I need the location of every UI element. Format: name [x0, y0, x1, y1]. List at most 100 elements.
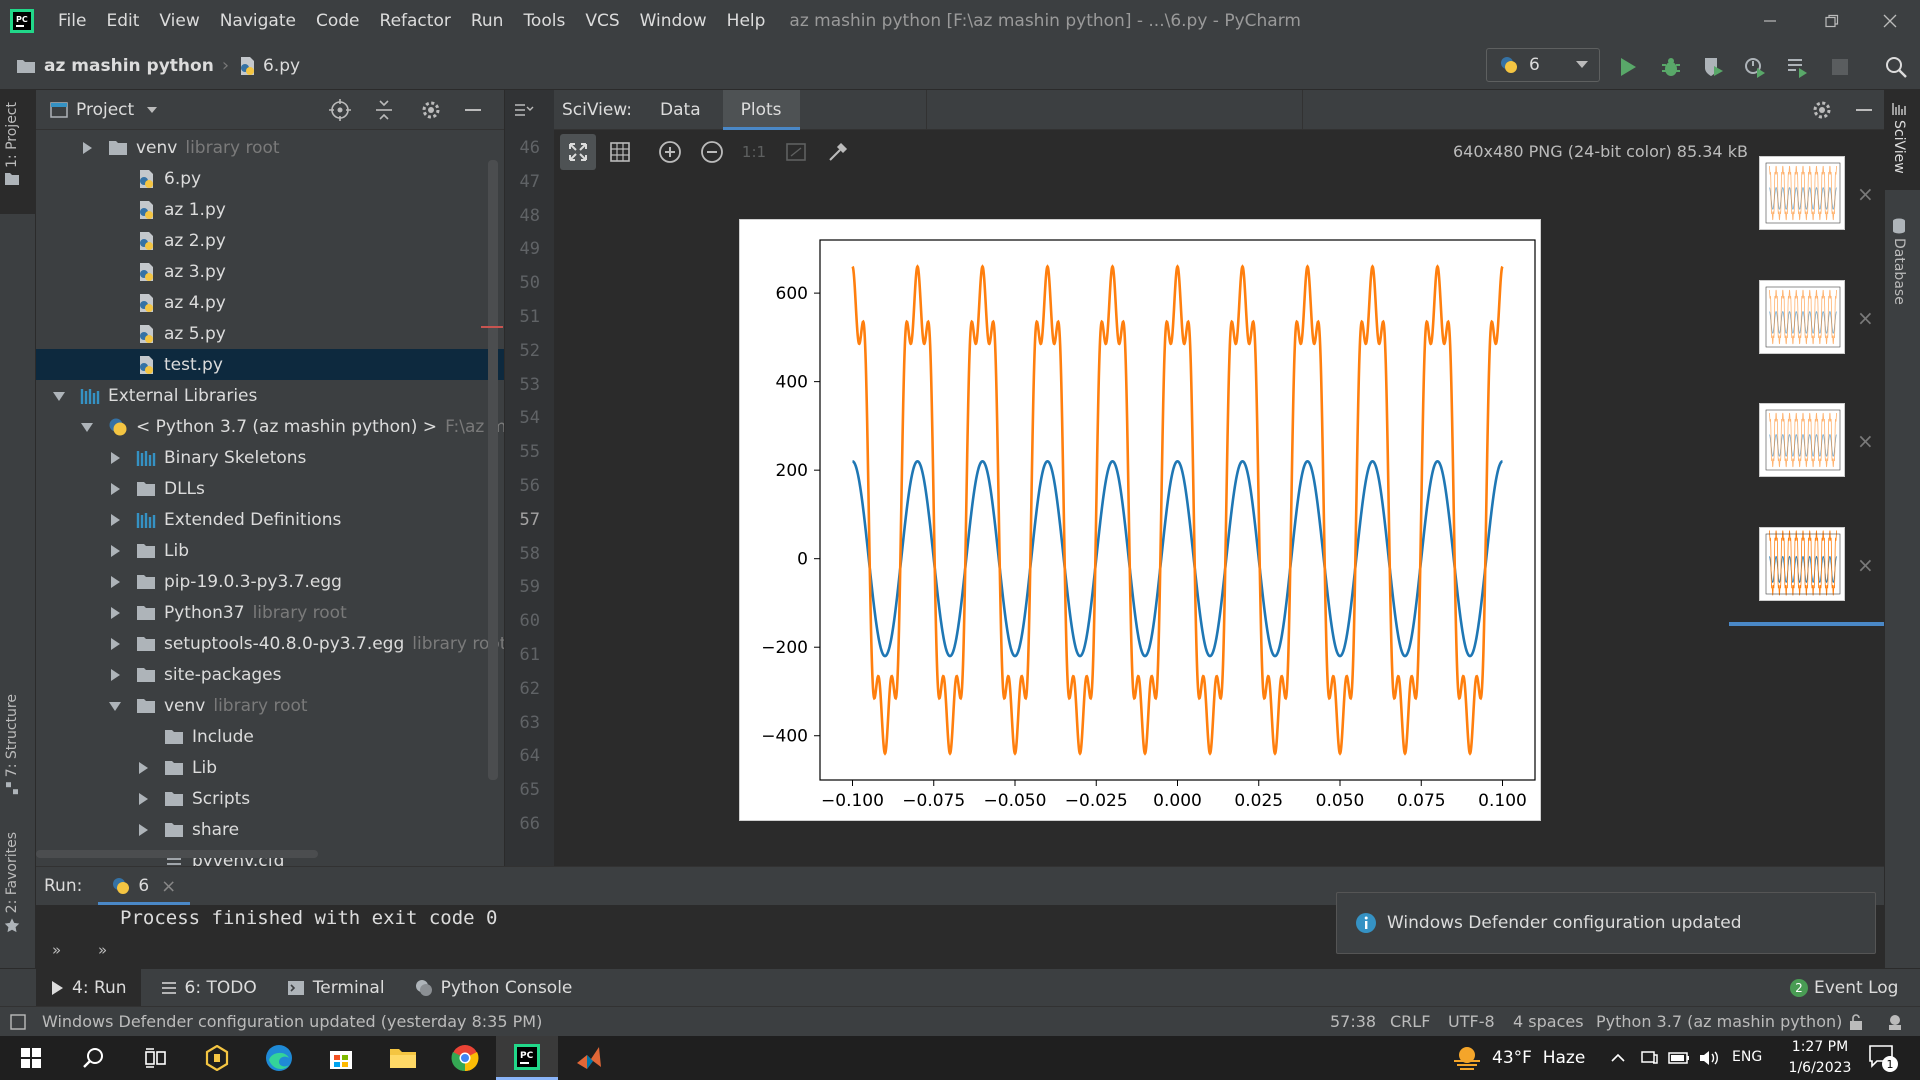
close-tab-icon[interactable]: × — [161, 876, 176, 897]
tree-item[interactable]: setuptools-40.8.0-py3.7.egg library root — [36, 628, 504, 659]
menu-window[interactable]: Window — [640, 11, 707, 31]
tree-item[interactable]: Extended Definitions — [36, 504, 504, 535]
taskbar-pycharm[interactable]: PC — [496, 1036, 558, 1080]
tree-item[interactable]: az 1.py — [36, 194, 504, 225]
menu-view[interactable]: View — [159, 11, 199, 31]
tree-item[interactable]: venv library root — [36, 690, 504, 721]
interpreter-selector[interactable]: Python 3.7 (az mashin python) — [1596, 1012, 1842, 1031]
tool-window-terminal[interactable]: Terminal — [287, 978, 385, 998]
tree-item[interactable]: Lib — [36, 752, 504, 783]
tab-structure[interactable]: 7: Structure — [4, 694, 20, 795]
menu-file[interactable]: File — [58, 11, 86, 31]
tool-window-event-log[interactable]: 2 Event Log — [1790, 978, 1898, 998]
tab-project[interactable]: 1: Project — [4, 102, 20, 186]
tool-window-python-console[interactable]: Python Console — [415, 978, 572, 998]
fit-window-button[interactable] — [778, 134, 814, 170]
stop-button[interactable] — [1826, 53, 1854, 81]
chevron-right-icon[interactable] — [108, 482, 122, 496]
start-button[interactable] — [0, 1036, 62, 1080]
search-button[interactable] — [62, 1036, 124, 1080]
weather-widget[interactable]: 43°F Haze — [1452, 1036, 1585, 1080]
taskbar-matlab[interactable] — [558, 1036, 620, 1080]
plot-thumbnail-3[interactable] — [1759, 403, 1845, 477]
tab-favorites[interactable]: 2: Favorites — [4, 832, 20, 933]
breadcrumb-project[interactable]: az mashin python — [16, 56, 214, 76]
file-encoding[interactable]: UTF-8 — [1448, 1012, 1495, 1031]
chevron-right-icon[interactable] — [108, 575, 122, 589]
close-thumbnail-2-icon[interactable]: × — [1857, 306, 1874, 330]
menu-tools[interactable]: Tools — [523, 11, 565, 31]
battery-icon[interactable] — [1668, 1049, 1690, 1067]
tab-plots[interactable]: Plots — [722, 89, 800, 130]
actual-size-button[interactable]: 1:1 — [736, 134, 772, 170]
chevron-right-icon[interactable] — [108, 451, 122, 465]
color-picker-button[interactable] — [820, 134, 856, 170]
menu-edit[interactable]: Edit — [106, 11, 139, 31]
structure-toggle-icon[interactable] — [513, 102, 545, 118]
restore-button[interactable] — [1802, 0, 1862, 42]
tree-item[interactable]: venv library root — [36, 132, 504, 163]
concurrency-button[interactable] — [1783, 53, 1811, 81]
zoom-in-button[interactable] — [652, 134, 688, 170]
action-center-button[interactable]: 1 — [1868, 1044, 1898, 1072]
tab-sciview[interactable]: SciView — [1891, 102, 1907, 174]
expand-right-icon[interactable]: » — [98, 941, 107, 959]
tree-item[interactable]: test.py — [36, 349, 504, 380]
zoom-out-button[interactable] — [694, 134, 730, 170]
chevron-right-icon[interactable] — [108, 513, 122, 527]
clock[interactable]: 1:27 PM 1/6/2023 — [1770, 1037, 1870, 1079]
expand-left-icon[interactable]: » — [52, 941, 61, 959]
search-everywhere-button[interactable] — [1882, 53, 1910, 81]
chevron-down-icon[interactable] — [80, 420, 94, 434]
notification-balloon[interactable]: Windows Defender configuration updated — [1336, 892, 1876, 954]
hide-icon[interactable] — [1854, 99, 1874, 121]
run-tab[interactable]: 6 × — [98, 867, 191, 905]
lock-icon[interactable] — [1848, 1013, 1864, 1031]
menu-run[interactable]: Run — [471, 11, 504, 31]
menu-vcs[interactable]: VCS — [585, 11, 619, 31]
tree-item[interactable]: External Libraries — [36, 380, 504, 411]
taskbar-chrome[interactable] — [434, 1036, 496, 1080]
status-message[interactable]: Windows Defender configuration updated (… — [42, 1012, 542, 1031]
tab-data[interactable]: Data — [660, 100, 701, 120]
taskbar-app-1[interactable] — [186, 1036, 248, 1080]
inspector-icon[interactable] — [1886, 1013, 1904, 1031]
task-view-button[interactable] — [124, 1036, 186, 1080]
locate-icon[interactable] — [329, 99, 351, 121]
close-thumbnail-3-icon[interactable]: × — [1857, 429, 1874, 453]
menu-refactor[interactable]: Refactor — [380, 11, 451, 31]
tree-item[interactable]: Python37 library root — [36, 597, 504, 628]
tree-item[interactable]: pip-19.0.3-py3.7.egg — [36, 566, 504, 597]
taskbar-explorer[interactable] — [372, 1036, 434, 1080]
gear-icon[interactable] — [420, 99, 442, 121]
tree-item[interactable]: az 4.py — [36, 287, 504, 318]
tree-item[interactable]: DLLs — [36, 473, 504, 504]
chevron-right-icon[interactable] — [80, 141, 94, 155]
fit-zoom-button[interactable] — [560, 134, 596, 170]
toggle-tool-windows-icon[interactable] — [10, 1013, 26, 1030]
project-view-label[interactable]: Project — [76, 100, 134, 120]
tree-item[interactable]: share — [36, 814, 504, 845]
taskbar-edge[interactable] — [248, 1036, 310, 1080]
collapse-all-icon[interactable] — [374, 99, 394, 121]
breadcrumb-file[interactable]: 6.py — [237, 56, 300, 76]
chevron-right-icon[interactable] — [136, 761, 150, 775]
tree-item[interactable]: 6.py — [36, 163, 504, 194]
close-thumbnail-4-icon[interactable]: × — [1857, 553, 1874, 577]
minimize-button[interactable] — [1740, 0, 1800, 42]
chevron-right-icon[interactable] — [108, 544, 122, 558]
coverage-button[interactable] — [1699, 53, 1727, 81]
chevron-down-icon[interactable] — [52, 389, 66, 403]
menu-navigate[interactable]: Navigate — [220, 11, 296, 31]
close-window-button[interactable] — [1860, 0, 1920, 42]
volume-icon[interactable] — [1698, 1049, 1720, 1067]
chevron-down-icon[interactable] — [146, 106, 158, 114]
chevron-up-icon[interactable] — [1610, 1050, 1626, 1066]
tree-item[interactable]: az 2.py — [36, 225, 504, 256]
gear-icon[interactable] — [1811, 99, 1833, 121]
tab-database[interactable]: Database — [1891, 218, 1907, 305]
menu-code[interactable]: Code — [316, 11, 360, 31]
tool-window-todo[interactable]: 6: TODO — [161, 978, 257, 998]
tree-item[interactable]: < Python 3.7 (az mashin python) >F:\az m… — [36, 411, 504, 442]
chevron-right-icon[interactable] — [108, 668, 122, 682]
